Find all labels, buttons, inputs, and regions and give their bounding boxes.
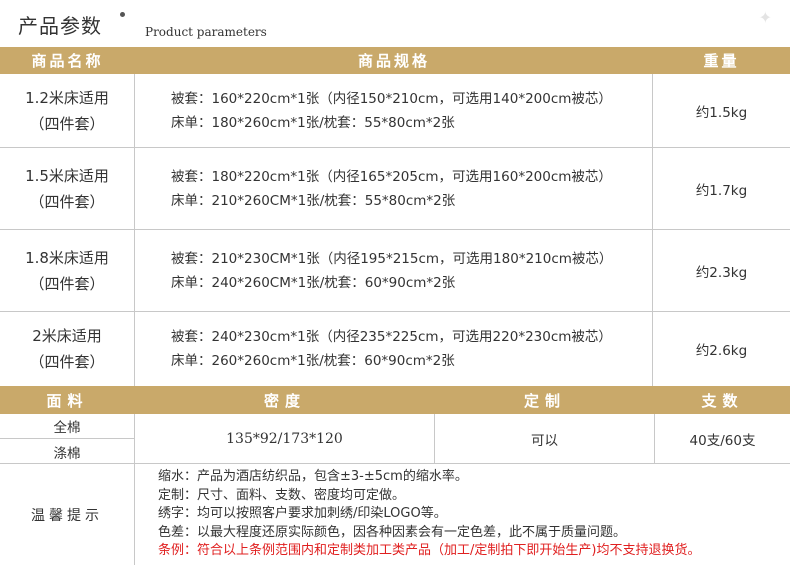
product-name-set: （四件套） — [29, 274, 105, 293]
fabric-density: 135*92/173*120 — [135, 414, 435, 463]
sheet-spec: 床单：180*260cm*1张/枕套：55*80cm*2张 — [171, 114, 455, 131]
column-fabric-header: 面料 — [46, 391, 89, 410]
product-spec: 被套：210*230CM*1张（内径195*215cm，可选用180*210cm… — [135, 230, 653, 311]
fabric-table-header: 面料 密度 定制 支数 — [0, 386, 790, 414]
duvet-spec: 被套：160*220cm*1张（内径150*210cm，可选用140*200cm… — [171, 90, 612, 107]
column-weight-header: 重量 — [703, 52, 740, 70]
fabric-cotton: 全棉 — [0, 414, 135, 439]
page-title: 产品参数 — [18, 14, 102, 38]
product-name-size: 1.5米床适用 — [25, 166, 109, 185]
page-subtitle: Product parameters — [145, 25, 267, 39]
product-name: 2米床适用 （四件套） — [0, 312, 135, 386]
product-name-size: 2米床适用 — [32, 327, 102, 345]
product-name-size: 1.2米床适用 — [25, 88, 109, 107]
tip-shrinkage: 缩水：产品为酒店纺织品，包含±3-±5cm的缩水率。 — [158, 469, 468, 484]
product-row: 2米床适用 （四件套） 被套：240*230cm*1张（内径235*225cm，… — [0, 312, 790, 386]
product-weight: 约2.3kg — [695, 264, 748, 281]
column-name-header: 商品名称 — [31, 52, 104, 70]
product-spec: 被套：160*220cm*1张（内径150*210cm，可选用140*200cm… — [135, 74, 653, 147]
sheet-spec: 床单：260*260cm*1张/枕套：60*90cm*2张 — [171, 353, 455, 369]
product-name-set: （四件套） — [29, 192, 105, 211]
product-row: 1.2米床适用 （四件套） 被套：160*220cm*1张（内径150*210c… — [0, 74, 790, 148]
duvet-spec: 被套：180*220cm*1张（内径165*205cm，可选用160*200cm… — [171, 168, 612, 185]
product-weight: 约2.6kg — [695, 343, 748, 359]
tips-section: 温馨提示 缩水：产品为酒店纺织品，包含±3-±5cm的缩水率。 定制：尺寸、面料… — [0, 464, 790, 565]
product-row: 1.5米床适用 （四件套） 被套：180*220cm*1张（内径165*205c… — [0, 148, 790, 230]
tip-color-difference: 色差：以最大程度还原实际颜色，因各种因素会有一定色差，此不属于质量问题。 — [158, 524, 627, 540]
product-weight: 约1.5kg — [695, 104, 748, 121]
product-name: 1.5米床适用 （四件套） — [0, 148, 135, 229]
duvet-spec: 被套：210*230CM*1张（内径195*215cm，可选用180*210cm… — [171, 250, 613, 267]
column-count-header: 支数 — [701, 391, 744, 410]
fabric-row: 全棉 涤棉 135*92/173*120 可以 40支/60支 — [0, 414, 790, 464]
title-dot — [120, 12, 125, 17]
fabric-poly-cotton: 涤棉 — [0, 439, 135, 464]
product-spec: 被套：240*230cm*1张（内径235*225cm，可选用220*230cm… — [135, 312, 653, 386]
tip-customization: 定制：尺寸、面料、支数、密度均可定做。 — [158, 487, 406, 503]
product-name: 1.2米床适用 （四件套） — [0, 74, 135, 147]
sheet-spec: 床单：240*260CM*1张/枕套：60*90cm*2张 — [171, 274, 456, 291]
product-name: 1.8米床适用 （四件套） — [0, 230, 135, 311]
product-spec: 被套：180*220cm*1张（内径165*205cm，可选用160*200cm… — [135, 148, 653, 229]
tip-embroidery: 绣字：均可以按照客户要求加刺绣/印染LOGO等。 — [158, 506, 447, 521]
tip-return-policy: 条例：符合以上条例范围内和定制类加工类产品（加工/定制拍下即开始生产)均不支持退… — [158, 543, 701, 558]
decoration-icon: ✦ — [758, 8, 772, 27]
product-name-size: 1.8米床适用 — [25, 248, 109, 267]
tips-body: 缩水：产品为酒店纺织品，包含±3-±5cm的缩水率。 定制：尺寸、面料、支数、密… — [158, 468, 700, 561]
product-name-set: （四件套） — [29, 353, 105, 371]
column-spec-header: 商品规格 — [357, 52, 430, 70]
tips-label: 温馨提示 — [0, 464, 135, 565]
product-weight: 约1.7kg — [695, 182, 748, 199]
product-name-set: （四件套） — [29, 114, 105, 133]
product-table-header: 商品名称 商品规格 重量 — [0, 47, 790, 74]
duvet-spec: 被套：240*230cm*1张（内径235*225cm，可选用220*230cm… — [171, 329, 612, 345]
column-custom-header: 定制 — [523, 391, 566, 410]
sheet-spec: 床单：210*260CM*1张/枕套：55*80cm*2张 — [171, 192, 456, 209]
column-density-header: 密度 — [263, 391, 306, 410]
fabric-thread-count: 40支/60支 — [689, 432, 756, 449]
fabric-customizable: 可以 — [435, 414, 655, 463]
product-row: 1.8米床适用 （四件套） 被套：210*230CM*1张（内径195*215c… — [0, 230, 790, 312]
